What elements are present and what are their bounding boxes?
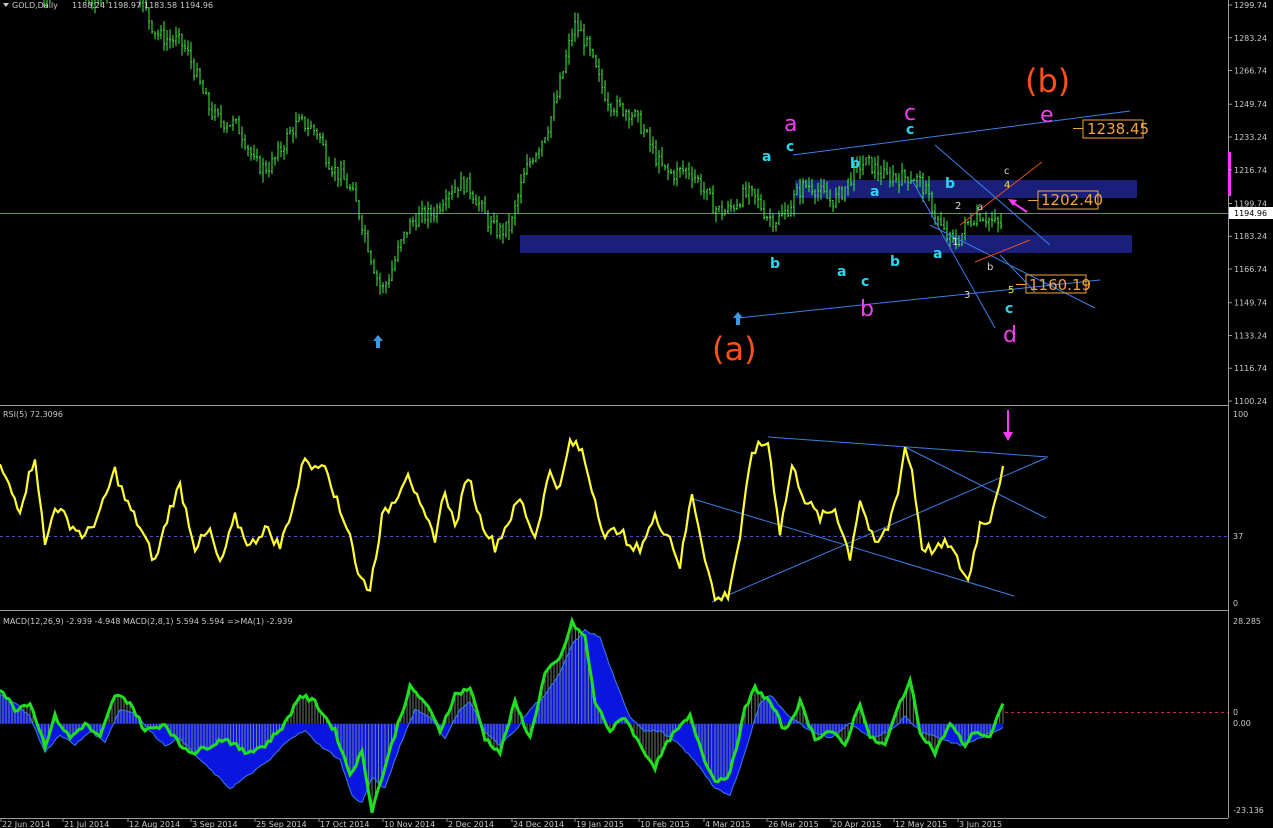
rsi-title: RSI(5) 72.3096 bbox=[3, 410, 63, 419]
price-tick: 1166.74 bbox=[1234, 265, 1267, 274]
price-tick: 1216.74 bbox=[1234, 166, 1267, 175]
price-tick: 1183.24 bbox=[1234, 232, 1267, 241]
wave-label: b bbox=[987, 262, 993, 273]
price-tick: 1149.74 bbox=[1234, 299, 1267, 308]
macd-tick: 28.285 bbox=[1233, 617, 1261, 626]
wave-label: 5 bbox=[1008, 285, 1014, 296]
wave-label: (b) bbox=[1025, 62, 1070, 100]
wave-label: 1 bbox=[952, 237, 958, 248]
rsi-tick: 37 bbox=[1233, 532, 1243, 541]
price-marker bbox=[1228, 152, 1231, 196]
wave-label: a bbox=[837, 264, 846, 280]
price-tick: 1100.24 bbox=[1234, 397, 1267, 406]
wave-label: c bbox=[1005, 301, 1013, 317]
ohlc-close: 1194.96 bbox=[180, 1, 213, 10]
wave-label: e bbox=[1040, 103, 1054, 128]
wave-label: c bbox=[861, 274, 869, 290]
ohlc-high: 1198.97 bbox=[108, 1, 141, 10]
date-label: 3 Jun 2015 bbox=[959, 820, 1002, 828]
wave-label: 2 bbox=[955, 201, 961, 212]
wave-label: a bbox=[870, 184, 879, 200]
support-zone[interactable] bbox=[520, 235, 1132, 253]
date-label: 22 Jun 2014 bbox=[2, 820, 50, 828]
wave-label: 3 bbox=[964, 290, 970, 301]
wave-label: b bbox=[945, 176, 955, 192]
rsi-tick: 0 bbox=[1233, 599, 1238, 608]
date-label: 20 Apr 2015 bbox=[832, 820, 881, 828]
wave-label: a bbox=[933, 246, 942, 262]
level-middle-value: 1202.40 bbox=[1041, 191, 1103, 209]
date-label: 10 Nov 2014 bbox=[384, 820, 435, 828]
rsi-tick: 100 bbox=[1233, 410, 1248, 419]
wave-label: a bbox=[784, 112, 797, 137]
wave-label: b bbox=[850, 156, 860, 172]
macd-tick: 0 bbox=[1233, 708, 1238, 717]
level-upper-value: 1238.45 bbox=[1087, 120, 1149, 138]
price-tick: 1233.24 bbox=[1234, 133, 1267, 142]
wave-label: a bbox=[762, 149, 771, 165]
price-tick: 1266.74 bbox=[1234, 67, 1267, 76]
macd-tick: 0.00 bbox=[1233, 719, 1251, 728]
wave-label: c bbox=[906, 122, 914, 138]
date-label: 17 Oct 2014 bbox=[320, 820, 369, 828]
price-tick: 1133.24 bbox=[1234, 331, 1267, 340]
wave-label: b bbox=[860, 297, 874, 322]
wave-label: b bbox=[770, 256, 780, 272]
wave-label: (a) bbox=[712, 330, 757, 368]
level-lower-value: 1160.19 bbox=[1029, 276, 1091, 294]
symbol-title: GOLD,Daily bbox=[12, 1, 58, 10]
ohlc-low: 1183.58 bbox=[144, 1, 177, 10]
date-label: 3 Sep 2014 bbox=[192, 820, 238, 828]
macd-tick: -23.136 bbox=[1233, 806, 1264, 815]
wave-label: b bbox=[890, 254, 900, 270]
date-label: 12 May 2015 bbox=[895, 820, 947, 828]
chart-window[interactable]: 1238.45 1202.40 1160.19 (b) (a) a c e b … bbox=[0, 0, 1273, 828]
date-label: 19 Jan 2015 bbox=[576, 820, 624, 828]
date-label: 26 Mar 2015 bbox=[768, 820, 819, 828]
price-tick: 1283.24 bbox=[1234, 34, 1267, 43]
wave-label: d bbox=[1003, 323, 1017, 348]
date-label: 12 Aug 2014 bbox=[129, 820, 180, 828]
price-tick: 1299.74 bbox=[1234, 1, 1267, 10]
ohlc-open: 1188.24 bbox=[72, 1, 105, 10]
macd-title: MACD(12,26,9) -2.939 -4.948 MACD(2,8,1) … bbox=[3, 617, 292, 626]
current-price-value: 1194.96 bbox=[1234, 209, 1267, 218]
date-label: 21 Jul 2014 bbox=[64, 820, 109, 828]
wave-label: 4 bbox=[1004, 180, 1010, 191]
date-label: 10 Feb 2015 bbox=[640, 820, 690, 828]
date-label: 25 Sep 2014 bbox=[256, 820, 307, 828]
wave-label: c bbox=[1004, 166, 1010, 177]
wave-label: a bbox=[977, 202, 983, 213]
price-tick: 1249.74 bbox=[1234, 100, 1267, 109]
price-tick: 1116.74 bbox=[1234, 364, 1267, 373]
date-label: 24 Dec 2014 bbox=[513, 820, 564, 828]
date-label: 2 Dec 2014 bbox=[448, 820, 494, 828]
date-label: 4 Mar 2015 bbox=[705, 820, 751, 828]
chart-title: GOLD,Daily 1188.24 1198.97 1183.58 1194.… bbox=[3, 1, 213, 10]
